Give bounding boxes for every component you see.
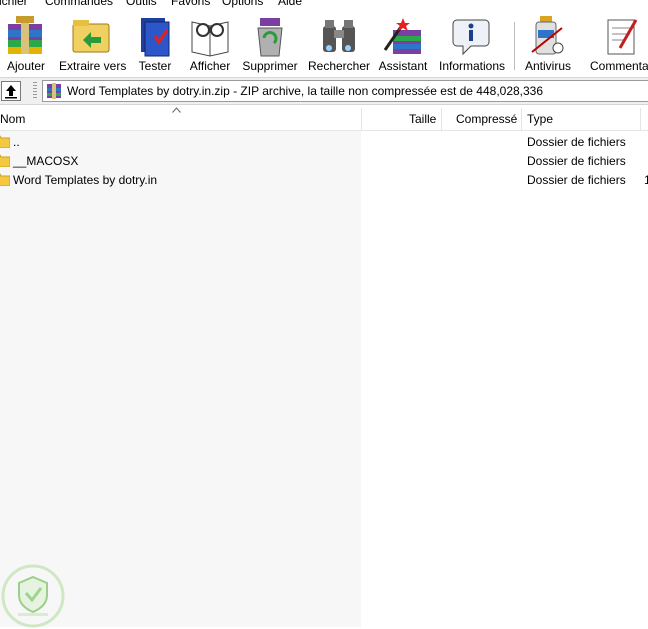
test-button[interactable]: Tester [133,14,177,74]
address-field[interactable]: Word Templates by dotry.in.zip - ZIP arc… [42,80,648,102]
comment-icon [607,19,638,55]
file-type: Dossier de fichiers [527,173,626,187]
comment-label: Commentaire [590,59,648,73]
antivirus-label: Antivirus [524,59,571,73]
list-item[interactable]: __MACOSX Dossier de fichiers [0,152,648,171]
view-label: Afficher [189,59,231,73]
list-item[interactable]: Word Templates by dotry.in Dossier de fi… [0,171,648,190]
toolbar: Ajouter Extraire vers Tester Afficher Su… [0,8,648,74]
address-text: Word Templates by dotry.in.zip - ZIP arc… [67,84,544,98]
folder-icon [0,154,10,167]
column-name[interactable]: Nom [0,112,25,126]
wizard-label: Assistant [378,59,428,73]
wizard-button[interactable]: Assistant [379,14,427,74]
delete-label: Supprimer [242,59,298,73]
find-icon [323,20,355,52]
wizard-icon [383,18,421,54]
file-name: Word Templates by dotry.in [13,173,158,187]
menu-tools[interactable]: Outils [126,0,157,8]
extract-to-icon [72,20,110,53]
up-folder-button[interactable] [1,81,21,101]
column-type[interactable]: Type [527,112,553,126]
file-type: Dossier de fichiers [527,135,626,149]
toolbar-separator [514,22,515,70]
delete-icon [257,18,283,57]
list-item[interactable]: .. Dossier de fichiers [0,133,648,152]
file-name: .. [13,135,20,149]
antivirus-icon [531,16,564,55]
column-header: Nom Taille Compressé Type [0,106,648,131]
sort-ascending-icon [172,107,181,113]
file-list[interactable]: .. Dossier de fichiers __MACOSX Dossier … [0,131,648,627]
add-archive-icon [8,16,42,54]
antivirus-button[interactable]: Antivirus [525,14,571,74]
file-modified-fragment: 1 [644,173,648,187]
menu-favorites[interactable]: Favoris [171,0,210,8]
view-button[interactable]: Afficher [188,14,232,74]
info-button[interactable]: Informations [439,14,505,74]
menu-options[interactable]: Options [222,0,263,8]
watermark-logo [1,564,65,628]
column-size[interactable]: Taille [409,112,436,126]
view-icon [191,21,229,57]
info-icon [452,19,490,56]
column-divider[interactable] [521,108,522,130]
comment-button[interactable]: Commentaire [590,14,648,74]
menu-commands[interactable]: Commandes [45,0,113,8]
up-arrow-icon [5,85,17,99]
add-button[interactable]: Ajouter [4,14,48,74]
delete-button[interactable]: Supprimer [242,14,298,74]
column-divider[interactable] [441,108,442,130]
menu-file[interactable]: ichier [0,0,28,8]
info-label: Informations [439,59,506,73]
name-column-background [0,131,361,627]
add-label: Ajouter [6,59,46,73]
menu-bar: ichier Commandes Outils Favoris Options … [0,0,648,8]
file-name: __MACOSX [13,154,79,168]
folder-icon [0,135,10,148]
column-packed[interactable]: Compressé [456,112,517,126]
test-icon [141,18,170,57]
find-label: Rechercher [307,59,371,73]
extract-to-label: Extraire vers [59,59,127,73]
folder-icon [0,173,10,186]
zip-archive-icon [47,83,61,99]
file-type: Dossier de fichiers [527,154,626,168]
address-grip[interactable] [33,82,37,100]
column-divider[interactable] [640,108,641,130]
column-divider[interactable] [361,108,362,130]
find-button[interactable]: Rechercher [308,14,370,74]
address-bar: Word Templates by dotry.in.zip - ZIP arc… [0,77,648,105]
extract-to-button[interactable]: Extraire vers [59,14,126,74]
menu-help[interactable]: Aide [278,0,302,8]
